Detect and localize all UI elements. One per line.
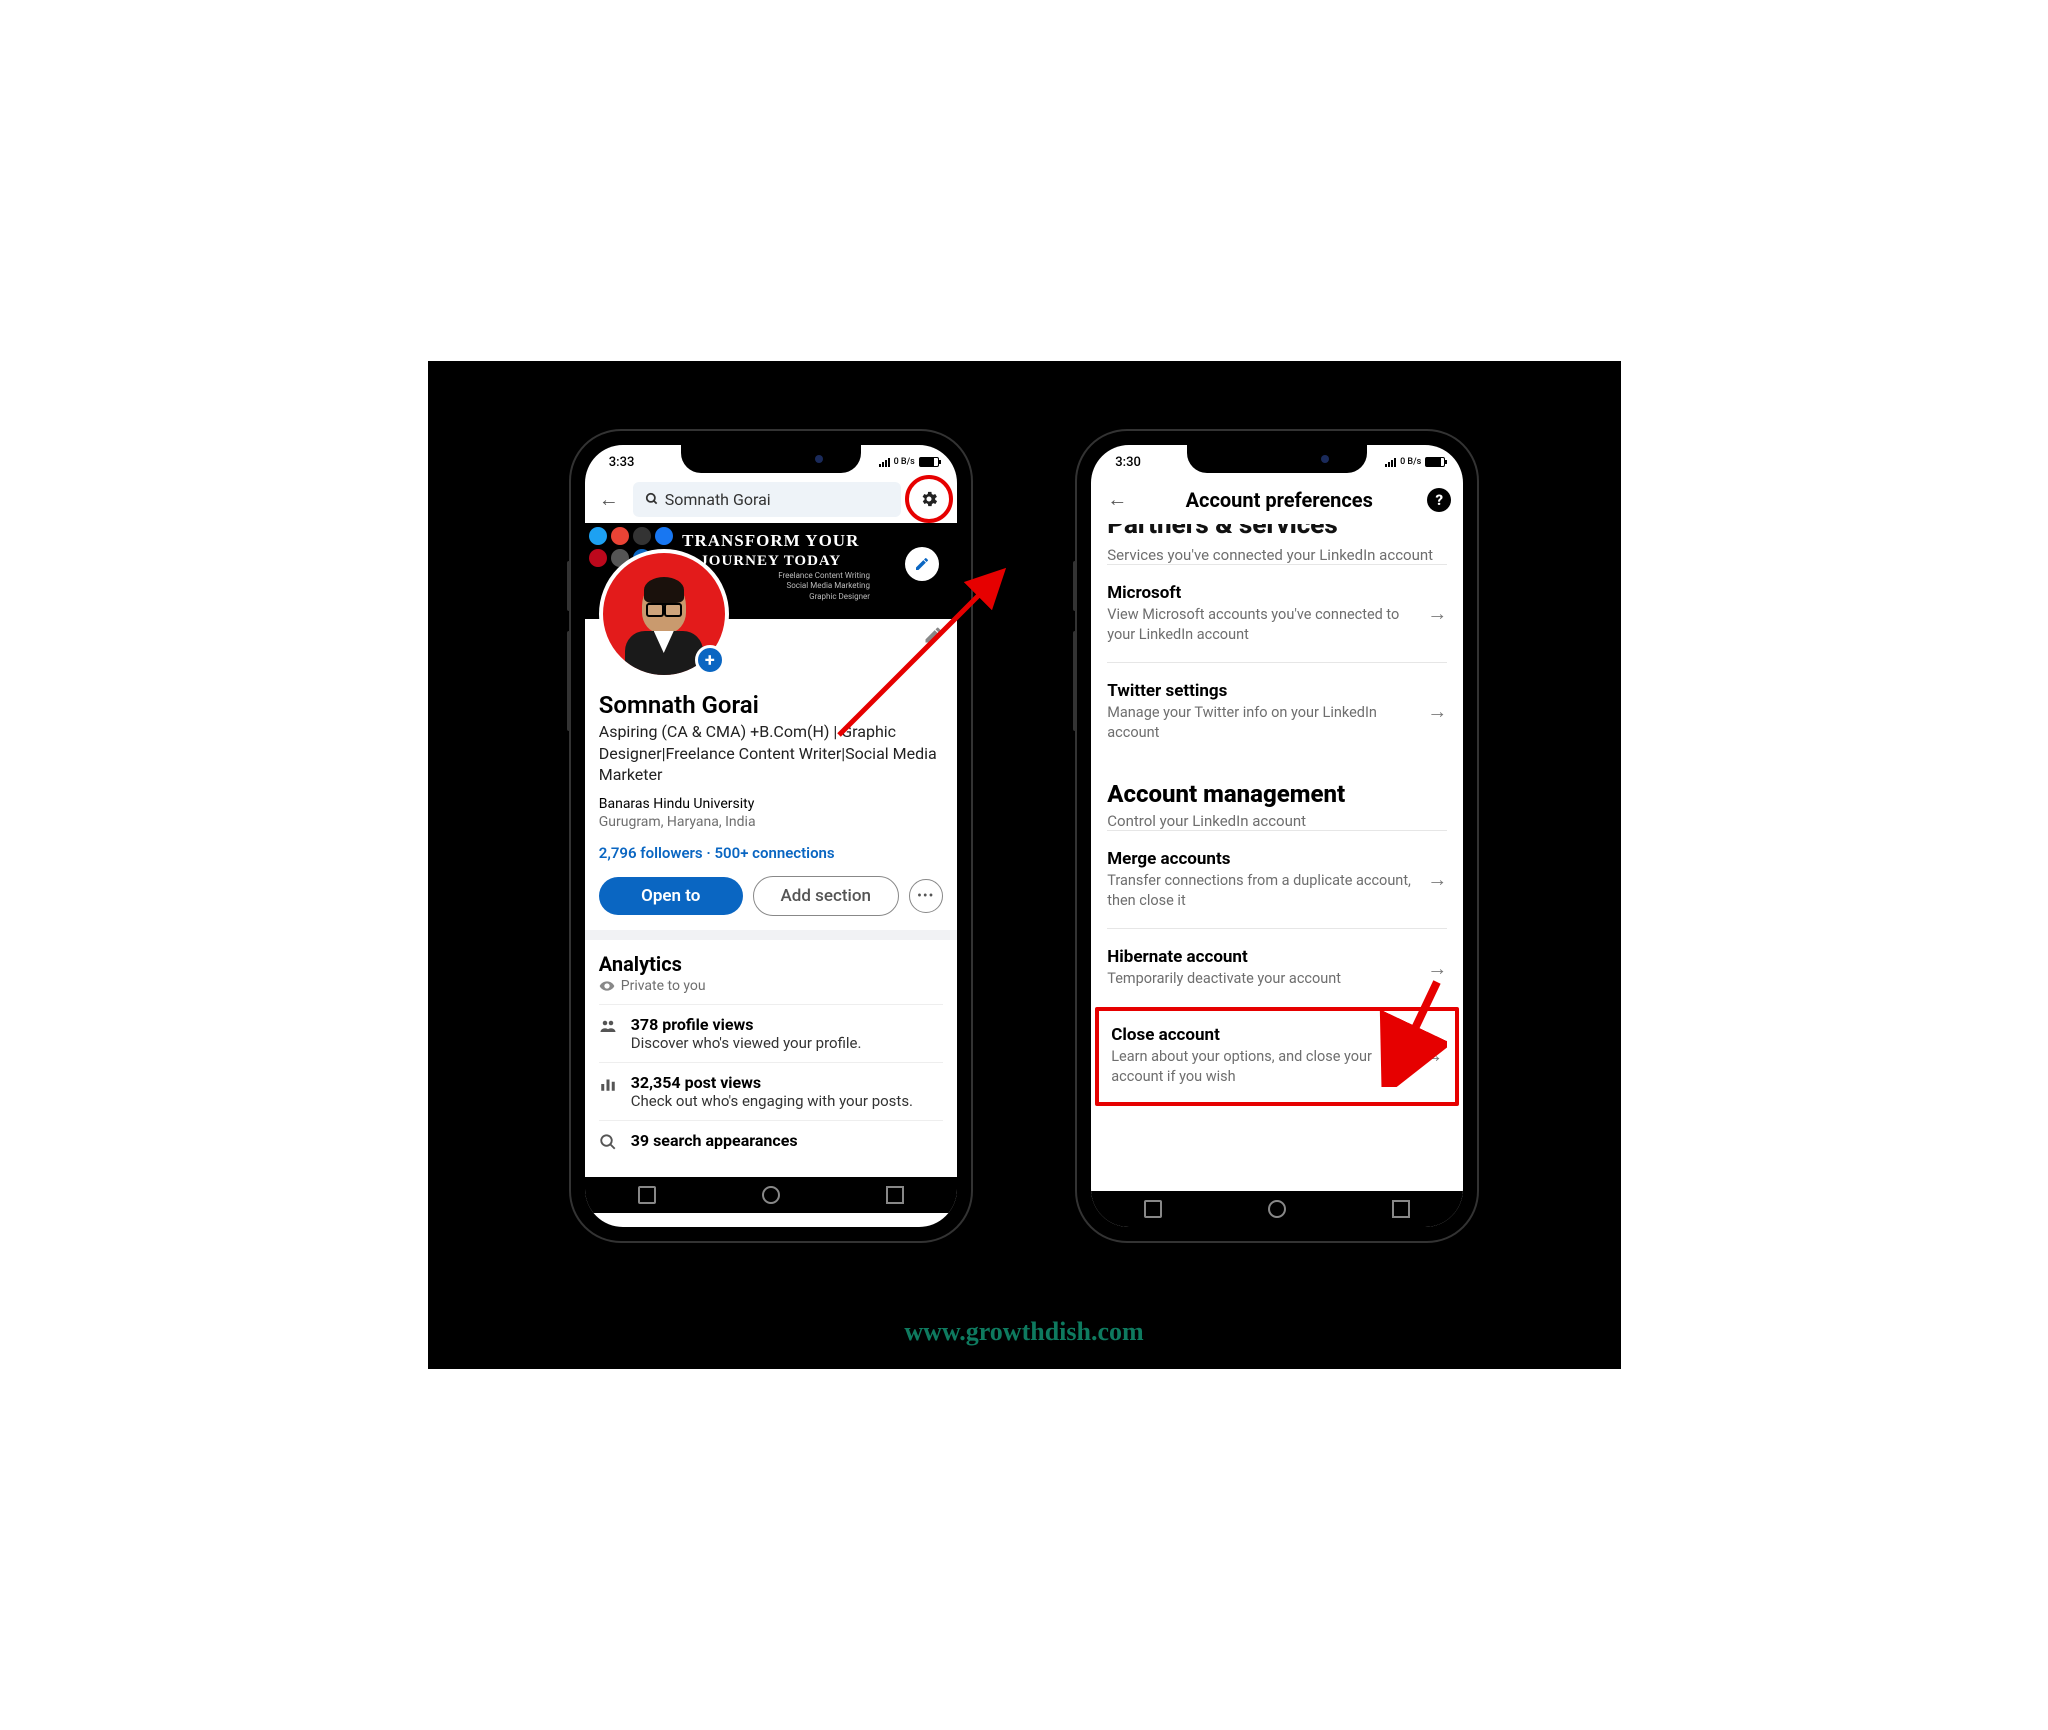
pref-item-close-account[interactable]: Close accountLearn about your options, a… bbox=[1095, 1007, 1459, 1106]
analytics-post-views[interactable]: 32,354 post viewsCheck out who's engagin… bbox=[599, 1062, 943, 1120]
signal-icon bbox=[879, 457, 890, 467]
profile-name: Somnath Gorai bbox=[599, 691, 943, 719]
edit-profile-button[interactable] bbox=[913, 615, 953, 660]
android-nav-bar bbox=[585, 1177, 957, 1213]
profile-location: Gurugram, Haryana, India bbox=[599, 814, 943, 830]
status-net: 0 B/s bbox=[894, 457, 915, 467]
settings-button[interactable] bbox=[911, 481, 947, 517]
people-icon bbox=[599, 1015, 619, 1052]
nav-home-icon[interactable] bbox=[762, 1186, 780, 1204]
profile-stats[interactable]: 2,796 followers · 500+ connections bbox=[599, 844, 943, 862]
account-mgmt-heading: Account management bbox=[1107, 780, 1447, 808]
chart-icon bbox=[599, 1073, 619, 1110]
more-actions-button[interactable]: ••• bbox=[909, 879, 943, 913]
status-time: 3:33 bbox=[609, 455, 635, 470]
search-icon bbox=[599, 1131, 619, 1155]
preferences-header: ← Account preferences ? bbox=[1091, 475, 1463, 524]
profile-info: + Somnath Gorai Aspiring (CA & CMA) +B.C… bbox=[585, 619, 957, 930]
avatar[interactable]: + bbox=[599, 549, 729, 679]
analytics-section: Analytics Private to you 378 profile vie… bbox=[585, 940, 957, 1177]
android-nav-bar bbox=[1091, 1191, 1463, 1227]
analytics-profile-views[interactable]: 378 profile viewsDiscover who's viewed y… bbox=[599, 1004, 943, 1062]
eye-icon bbox=[599, 978, 615, 994]
screen: 3:33 0 B/s ← Somnath Gorai bbox=[585, 445, 957, 1227]
nav-home-icon[interactable] bbox=[1268, 1200, 1286, 1218]
chevron-right-icon: → bbox=[1427, 699, 1447, 724]
phone-mockup-preferences: 3:30 0 B/s ← Account preferences ? Partn… bbox=[1077, 431, 1477, 1241]
pencil-icon bbox=[914, 556, 930, 572]
search-input[interactable]: Somnath Gorai bbox=[633, 482, 901, 517]
pref-item-microsoft[interactable]: MicrosoftView Microsoft accounts you've … bbox=[1107, 564, 1447, 662]
phone-notch bbox=[1187, 445, 1367, 473]
edit-banner-button[interactable] bbox=[905, 547, 939, 581]
banner-subtext: Freelance Content WritingSocial Media Ma… bbox=[778, 571, 870, 602]
status-indicators: 0 B/s bbox=[879, 457, 939, 467]
phone-notch bbox=[681, 445, 861, 473]
preferences-body[interactable]: Partners & services Services you've conn… bbox=[1091, 524, 1463, 1191]
battery-icon bbox=[1425, 457, 1445, 467]
battery-icon bbox=[919, 457, 939, 467]
profile-headline: Aspiring (CA & CMA) +B.Com(H) | Graphic … bbox=[599, 721, 943, 786]
status-indicators: 0 B/s bbox=[1385, 457, 1445, 467]
gear-icon bbox=[919, 489, 939, 509]
chevron-right-icon: → bbox=[1427, 601, 1447, 626]
add-section-button[interactable]: Add section bbox=[753, 876, 899, 917]
chevron-right-icon: → bbox=[1427, 867, 1447, 892]
chevron-right-icon: → bbox=[1427, 956, 1447, 981]
profile-school: Banaras Hindu University bbox=[599, 796, 943, 812]
status-net: 0 B/s bbox=[1400, 457, 1421, 467]
pencil-icon bbox=[923, 625, 943, 645]
pref-item-twitter[interactable]: Twitter settingsManage your Twitter info… bbox=[1107, 662, 1447, 760]
partners-subtitle: Services you've connected your LinkedIn … bbox=[1107, 546, 1447, 564]
nav-back-icon[interactable] bbox=[886, 1186, 904, 1204]
nav-recents-icon[interactable] bbox=[638, 1186, 656, 1204]
account-mgmt-subtitle: Control your LinkedIn account bbox=[1107, 812, 1447, 830]
pref-item-hibernate[interactable]: Hibernate accountTemporarily deactivate … bbox=[1107, 928, 1447, 1007]
analytics-title: Analytics bbox=[599, 952, 943, 976]
back-icon[interactable]: ← bbox=[595, 483, 623, 516]
analytics-privacy: Private to you bbox=[599, 978, 943, 994]
chevron-right-icon: → bbox=[1423, 1043, 1443, 1068]
back-icon[interactable]: ← bbox=[1103, 483, 1131, 516]
help-icon[interactable]: ? bbox=[1427, 488, 1451, 512]
nav-recents-icon[interactable] bbox=[1144, 1200, 1162, 1218]
partners-heading: Partners & services bbox=[1107, 524, 1447, 540]
nav-back-icon[interactable] bbox=[1392, 1200, 1410, 1218]
profile-actions: Open to Add section ••• bbox=[599, 876, 943, 917]
search-value: Somnath Gorai bbox=[665, 490, 771, 509]
phone-mockup-profile: 3:33 0 B/s ← Somnath Gorai bbox=[571, 431, 971, 1241]
top-app-bar: ← Somnath Gorai bbox=[585, 475, 957, 523]
watermark-url: www.growthdish.com bbox=[428, 1317, 1621, 1347]
pref-item-merge[interactable]: Merge accountsTransfer connections from … bbox=[1107, 830, 1447, 928]
open-to-button[interactable]: Open to bbox=[599, 877, 743, 916]
status-time: 3:30 bbox=[1115, 455, 1141, 470]
search-icon bbox=[645, 492, 659, 506]
analytics-search-appearances[interactable]: 39 search appearances bbox=[599, 1120, 943, 1165]
tutorial-canvas: 3:33 0 B/s ← Somnath Gorai bbox=[428, 361, 1621, 1369]
add-photo-badge[interactable]: + bbox=[695, 645, 725, 675]
signal-icon bbox=[1385, 457, 1396, 467]
page-title: Account preferences bbox=[1139, 488, 1419, 512]
screen: 3:30 0 B/s ← Account preferences ? Partn… bbox=[1091, 445, 1463, 1227]
section-divider bbox=[585, 930, 957, 940]
